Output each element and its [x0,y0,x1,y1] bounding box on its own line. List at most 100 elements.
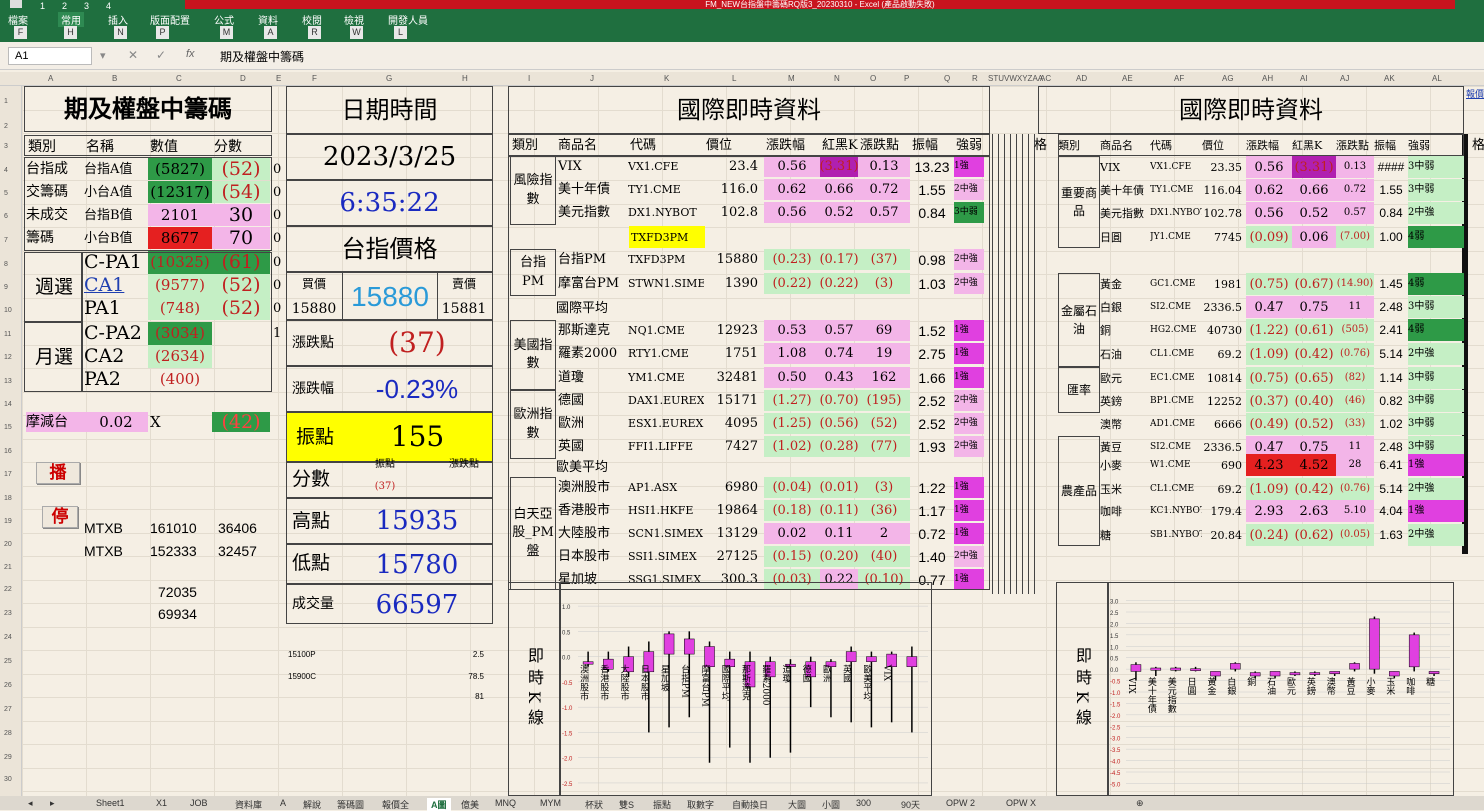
row-label[interactable]: 14 [4,401,12,408]
sheet-tab[interactable]: 籌碼圖 [337,798,364,811]
sheet-tab[interactable]: 杯狀 [585,798,603,811]
row-label[interactable]: 15 [4,424,12,431]
ribbon-tab[interactable]: 常用 [58,12,84,27]
sheet-tab[interactable]: 90天 [901,798,920,811]
column-label[interactable]: M [788,74,795,83]
row-label[interactable]: 13 [4,378,12,385]
column-label[interactable]: AH [1262,74,1273,83]
row-label[interactable]: 11 [4,331,11,338]
sheet-tab[interactable]: 振點 [653,798,671,811]
sheet-grid[interactable]: 期及權盤中籌碼 類別 名稱 數值 分數 台指成 台指A值 (5827) (52) 0 交籌碼 小台A值… [22,86,1484,796]
save-icon[interactable] [10,0,22,8]
sheet-tab[interactable]: OPW 2 [946,798,975,808]
row-label[interactable]: 17 [4,471,12,478]
row-label[interactable]: 30 [4,776,12,783]
row-label[interactable]: 27 [4,706,12,713]
column-label[interactable]: L [732,74,736,83]
sheet-tab[interactable]: 取數字 [687,798,714,811]
column-label[interactable]: O [870,74,876,83]
ribbon-tab[interactable]: 校閱 [302,12,322,27]
sheet-tab[interactable]: 自動換日 [732,798,768,811]
column-label[interactable]: AK [1384,74,1395,83]
name-box[interactable]: A1 [8,47,92,65]
ribbon-tab[interactable]: 插入 [108,12,128,27]
column-label[interactable]: G [386,74,392,83]
column-label[interactable]: I [528,74,530,83]
column-label[interactable]: E [276,74,281,83]
qat-number[interactable]: 3 [84,1,89,11]
confirm-icon[interactable]: ✓ [156,48,166,62]
nav-right-icon[interactable]: ▸ [50,798,55,809]
sheet-tab[interactable]: 300 [856,798,871,808]
column-label[interactable]: F [312,74,317,83]
sheet-tab[interactable]: A圖 [427,798,451,811]
ribbon-tab[interactable]: 資料 [258,12,278,27]
sheet-tab[interactable]: 雙S [619,798,634,811]
column-label[interactable]: AD [1076,74,1087,83]
sheet-tab[interactable]: JOB [190,798,208,808]
row-label[interactable]: 12 [4,354,12,361]
row-label[interactable]: 5 [4,190,8,197]
chevron-down-icon[interactable]: ▾ [100,49,106,62]
sheet-tab[interactable]: OPW X [1006,798,1036,808]
add-sheet-icon[interactable]: ⊕ [1136,798,1144,809]
column-label[interactable]: Q [944,74,950,83]
sheet-tab[interactable]: 大圖 [788,798,806,811]
column-label[interactable]: AC [1040,74,1051,83]
qat-number[interactable]: 2 [62,1,67,11]
column-label[interactable]: AE [1122,74,1133,83]
ribbon-tab[interactable]: 開發人員 [388,12,428,27]
row-label[interactable]: 20 [4,541,12,548]
column-label[interactable]: J [590,74,594,83]
column-label[interactable]: AI [1300,74,1308,83]
row-label[interactable]: 4 [4,167,8,174]
sheet-tab[interactable]: X1 [156,798,167,808]
ribbon-tab[interactable]: 檔案 [8,12,28,27]
play-button[interactable]: 播 [36,462,80,484]
sheet-tab[interactable]: 報價全 [382,798,409,811]
column-label[interactable]: C [176,74,182,83]
row-label[interactable]: 18 [4,495,12,502]
qat-number[interactable]: 1 [40,1,45,11]
row-label[interactable]: 3 [4,143,8,150]
link-text[interactable]: 報價 [1466,88,1484,102]
column-label[interactable]: AL [1432,74,1442,83]
row-label[interactable]: 7 [4,237,8,244]
row-label[interactable]: 23 [4,610,12,617]
column-label[interactable]: R [972,74,978,83]
column-label[interactable]: K [664,74,669,83]
stop-button[interactable]: 停 [42,506,78,528]
fx-icon[interactable]: fx [186,48,195,60]
column-label[interactable]: D [240,74,246,83]
sheet-tab[interactable]: 小圖 [822,798,840,811]
row-label[interactable]: 26 [4,682,12,689]
row-label[interactable]: 10 [4,307,12,314]
row-label[interactable]: 6 [4,213,8,220]
sheet-tab[interactable]: 資料庫 [235,798,262,811]
sheet-tab[interactable]: A [280,798,286,808]
row-label[interactable]: 28 [4,730,12,737]
column-label[interactable]: AJ [1340,74,1349,83]
row-label[interactable]: 21 [4,564,12,571]
qat-number[interactable]: 4 [106,1,111,11]
column-label[interactable]: P [904,74,909,83]
row-label[interactable]: 2 [4,123,8,130]
row-label[interactable]: 25 [4,658,12,665]
column-label[interactable]: AF [1174,74,1184,83]
formula-input[interactable]: 期及權盤中籌碼 [220,48,304,65]
row-label[interactable]: 9 [4,284,8,291]
row-label[interactable]: 19 [4,518,12,525]
ribbon-tab[interactable]: 公式 [214,12,234,27]
column-label[interactable]: N [834,74,840,83]
column-label[interactable]: STUVWXYZAA [988,74,1043,83]
sheet-tab[interactable]: 解說 [303,798,321,811]
nav-left-icon[interactable]: ◂ [28,798,33,809]
row-label[interactable]: 1 [4,98,8,105]
ribbon-tab[interactable]: 版面配置 [150,12,190,27]
column-label[interactable]: H [462,74,468,83]
ribbon-tab[interactable]: 檢視 [344,12,364,27]
sheet-tab[interactable]: MNQ [495,798,516,808]
row-label[interactable]: 16 [4,448,12,455]
column-label[interactable]: B [112,74,117,83]
column-label[interactable]: AG [1222,74,1234,83]
